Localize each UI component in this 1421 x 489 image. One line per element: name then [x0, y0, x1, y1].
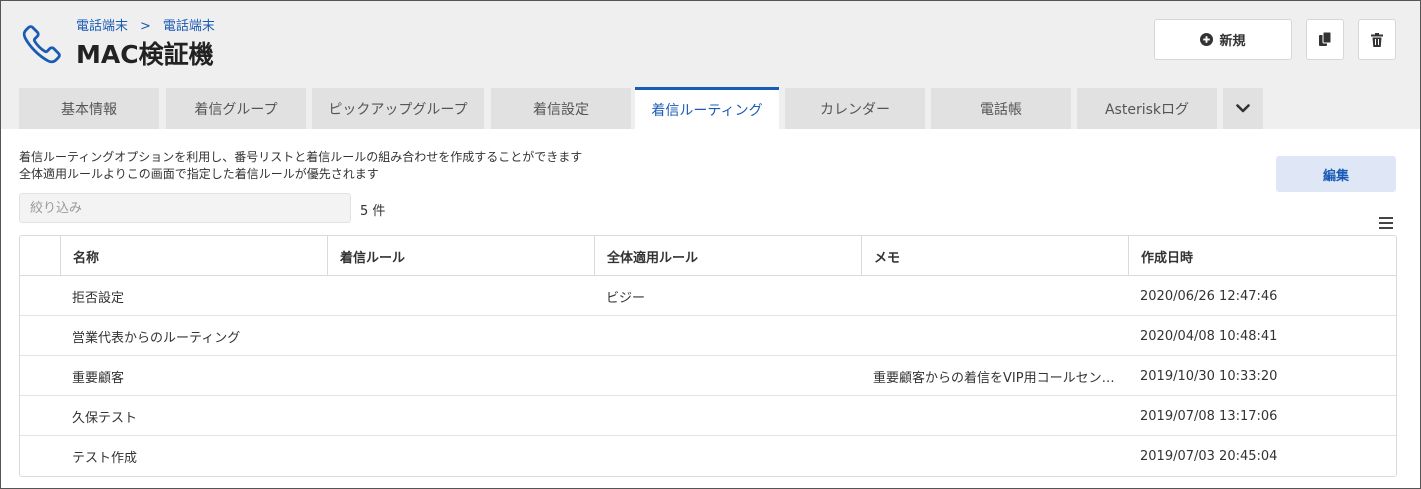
description-line-2: 全体適用ルールよりこの画面で指定した着信ルールが優先されます [19, 167, 379, 181]
cell-created: 2019/07/08 13:17:06 [1140, 408, 1278, 424]
cell-name: テスト作成 [72, 450, 138, 466]
column-header-select [20, 236, 60, 276]
routing-table: 名称 着信ルール 全体適用ルール メモ 作成日時 拒否設定 ビジー 2020/0… [19, 235, 1397, 477]
trash-icon [1371, 32, 1383, 47]
tab-incoming-group[interactable]: 着信グループ [166, 88, 306, 129]
cell-memo [861, 436, 1128, 476]
plus-circle-icon [1200, 33, 1214, 46]
tab-pickup-group[interactable]: ピックアップグループ [312, 88, 484, 129]
delete-button[interactable] [1358, 19, 1396, 60]
tab-calendar[interactable]: カレンダー [785, 88, 925, 129]
tab-phonebook[interactable]: 電話帳 [931, 88, 1071, 129]
column-header-created[interactable]: 作成日時 [1128, 236, 1396, 276]
cell-rule [327, 356, 594, 396]
new-button[interactable]: 新規 [1154, 19, 1292, 60]
chevron-down-icon [1236, 104, 1250, 113]
cell-memo: 重要顧客からの着信をVIP用コールセン… [873, 370, 1115, 386]
new-button-label: 新規 [1219, 34, 1246, 49]
cell-rule [327, 396, 594, 436]
cell-created: 2020/04/08 10:48:41 [1140, 328, 1278, 344]
page-header: 電話端末 > 電話端末 MAC検証機 新規 基本情報 着信グループ ピックアップ… [1, 1, 1420, 129]
copy-button[interactable] [1306, 19, 1344, 60]
tab-incoming-routing[interactable]: 着信ルーティング [635, 87, 779, 129]
column-header-memo[interactable]: メモ [861, 236, 1128, 276]
column-header-rule[interactable]: 着信ルール [327, 236, 594, 276]
cell-rule [327, 316, 594, 356]
breadcrumb-item-phone[interactable]: 電話端末 [76, 19, 128, 34]
cell-memo [861, 316, 1128, 356]
table-header: 名称 着信ルール 全体適用ルール メモ 作成日時 [20, 236, 1396, 276]
breadcrumb-item-current[interactable]: 電話端末 [163, 19, 215, 34]
table-row[interactable]: 重要顧客 重要顧客からの着信をVIP用コールセン… 2019/10/30 10:… [20, 356, 1396, 396]
cell-global-rule [594, 356, 861, 396]
tab-asterisk-log[interactable]: Asteriskログ [1077, 88, 1217, 129]
filter-input[interactable] [19, 193, 351, 223]
table-row[interactable]: 久保テスト 2019/07/08 13:17:06 [20, 396, 1396, 436]
tab-incoming-settings[interactable]: 着信設定 [491, 88, 631, 129]
cell-name: 久保テスト [72, 410, 138, 426]
tab-more-button[interactable] [1223, 88, 1263, 129]
cell-global-rule: ビジー [606, 290, 646, 306]
cell-name: 営業代表からのルーティング [72, 330, 241, 346]
column-header-global-rule[interactable]: 全体適用ルール [594, 236, 861, 276]
cell-global-rule [594, 436, 861, 476]
page-description: 着信ルーティングオプションを利用し、番号リストと着信ルールの組み合わせを作成する… [19, 149, 582, 183]
cell-global-rule [594, 396, 861, 436]
cell-name: 重要顧客 [72, 370, 125, 386]
table-row[interactable]: 営業代表からのルーティング 2020/04/08 10:48:41 [20, 316, 1396, 356]
cell-global-rule [594, 316, 861, 356]
cell-created: 2019/10/30 10:33:20 [1140, 368, 1278, 384]
breadcrumb: 電話端末 > 電話端末 [76, 15, 215, 34]
description-line-1: 着信ルーティングオプションを利用し、番号リストと着信ルールの組み合わせを作成する… [19, 150, 583, 164]
cell-name: 拒否設定 [72, 290, 125, 306]
copy-icon [1318, 32, 1331, 46]
table-row[interactable]: 拒否設定 ビジー 2020/06/26 12:47:46 [20, 276, 1396, 316]
result-count: 5 件 [360, 204, 386, 219]
app-frame: 電話端末 > 電話端末 MAC検証機 新規 基本情報 着信グループ ピックアップ… [0, 0, 1421, 489]
cell-memo [861, 396, 1128, 436]
hamburger-menu-icon[interactable] [1379, 217, 1393, 229]
cell-memo [861, 276, 1128, 316]
cell-rule [327, 436, 594, 476]
edit-button[interactable]: 編集 [1276, 156, 1396, 192]
tab-basic-info[interactable]: 基本情報 [19, 88, 159, 129]
table-row[interactable]: テスト作成 2019/07/03 20:45:04 [20, 436, 1396, 476]
breadcrumb-separator: > [140, 19, 151, 34]
page-title: MAC検証機 [76, 40, 214, 69]
cell-rule [327, 276, 594, 316]
phone-icon [22, 25, 61, 64]
column-header-name[interactable]: 名称 [60, 236, 327, 276]
cell-created: 2020/06/26 12:47:46 [1140, 288, 1278, 304]
cell-created: 2019/07/03 20:45:04 [1140, 448, 1278, 464]
